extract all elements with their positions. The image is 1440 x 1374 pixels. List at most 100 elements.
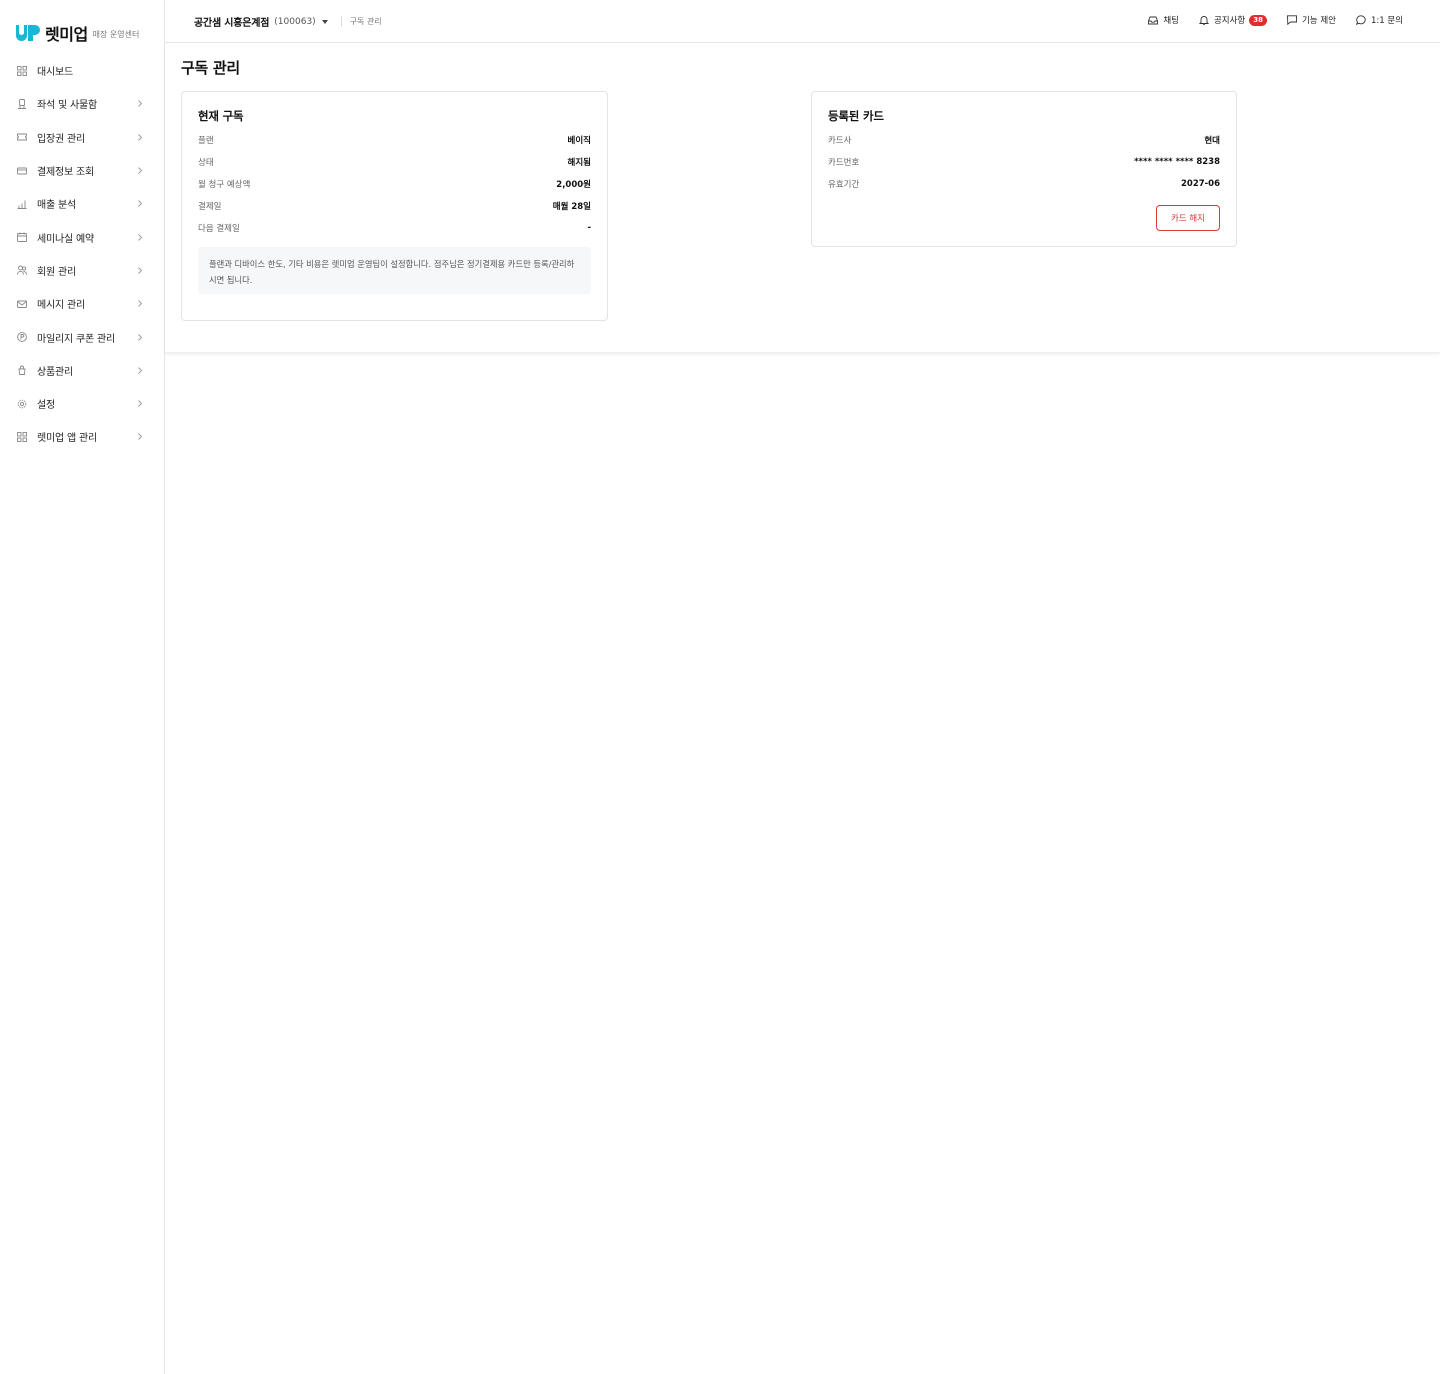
subscription-row-billing-day: 결제일 매월 28일 [198,200,591,212]
sidebar-item-label: 마일리지 쿠폰 관리 [37,333,115,345]
bar-chart-icon [17,199,27,209]
row-label: 카드사 [828,136,852,146]
row-label: 카드번호 [828,158,860,168]
subscription-card: 현재 구독 플랜 베이직 상태 해지됨 월 청구 예상액 2,000원 결제일 … [181,91,608,321]
sidebar-item-sales[interactable]: 매출 분석 [0,187,164,220]
subscription-card-title: 현재 구독 [198,109,244,123]
bell-icon [1198,15,1209,25]
subscription-row-next-billing: 다음 결제일 - [198,222,591,234]
notice-button[interactable]: 공지사항 38 [1198,14,1267,26]
sidebar: 렛미업 매장 운영센터 대시보드 좌석 및 사물함 입장권 관리 결제정보 조회… [0,0,165,1374]
row-value: **** **** **** 8238 [1134,157,1220,167]
suggest-button[interactable]: 기능 제안 [1287,14,1336,26]
chat-bubble-icon [1355,15,1366,25]
sidebar-item-label: 렛미업 앱 관리 [37,433,97,445]
row-label: 플랜 [198,136,214,146]
mail-icon [17,299,27,309]
inquiry-label: 1:1 문의 [1370,16,1403,26]
sidebar-item-label: 상품관리 [37,366,73,378]
chevron-right-icon [136,233,144,241]
notice-count-badge: 38 [1249,14,1267,26]
row-label: 다음 결제일 [198,224,240,234]
chevron-right-icon [136,400,144,408]
sidebar-item-messages[interactable]: 메시지 관리 [0,287,164,320]
sidebar-item-settings[interactable]: 설정 [0,387,164,420]
cancel-card-button[interactable]: 카드 해지 [1156,205,1220,231]
subscription-note: 플랜과 디바이스 한도, 기타 비용은 렛미업 운영팀이 설정합니다. 점주님은… [198,247,591,294]
row-label: 월 청구 예상액 [198,180,251,190]
brand-subtitle: 매장 운영센터 [92,29,140,39]
chevron-right-icon [136,133,144,141]
sidebar-item-payments[interactable]: 결제정보 조회 [0,154,164,187]
caret-down-icon [321,19,328,24]
sidebar-nav: 대시보드 좌석 및 사물함 입장권 관리 결제정보 조회 매출 분석 세미나실 … [0,54,164,454]
chevron-right-icon [136,300,144,308]
sidebar-item-label: 회원 관리 [37,266,76,278]
row-value: 해지됨 [567,158,591,168]
notice-label: 공지사항 [1213,16,1246,26]
brand-name: 렛미업 [45,25,88,44]
card-row-number: 카드번호 **** **** **** 8238 [828,156,1220,168]
row-value: 매월 28일 [552,202,591,212]
apps-icon [17,431,27,442]
row-label: 상태 [198,158,214,168]
row-label: 결제일 [198,202,222,212]
chevron-right-icon [136,366,144,374]
sidebar-item-members[interactable]: 회원 관리 [0,254,164,287]
breadcrumb-divider [340,16,342,27]
brand-logo[interactable]: 렛미업 매장 운영센터 [16,22,139,44]
chevron-right-icon [136,433,144,441]
coin-icon [17,332,27,342]
gear-icon [17,399,27,409]
subscription-row-amount: 월 청구 예상액 2,000원 [198,178,591,190]
subscription-row-plan: 플랜 베이직 [198,134,591,146]
page-title: 구독 관리 [181,59,240,77]
chevron-right-icon [136,266,144,274]
suggest-label: 기능 제안 [1301,16,1336,26]
sidebar-item-seminar[interactable]: 세미나실 예약 [0,220,164,253]
card-row-expiry: 유효기간 2027-06 [828,178,1220,190]
store-name: 공간샘 시흥은계점 [194,18,270,29]
logo-mark-icon [16,25,40,41]
row-value: 현대 [1204,136,1220,146]
row-value: 2027-06 [1180,179,1220,189]
seat-icon [17,98,27,109]
sidebar-item-dashboard[interactable]: 대시보드 [0,54,164,87]
ticket-icon [17,132,27,142]
chevron-right-icon [136,167,144,175]
sidebar-item-tickets[interactable]: 입장권 관리 [0,121,164,154]
registered-card-panel: 등록된 카드 카드사 현대 카드번호 **** **** **** 8238 유… [811,91,1237,247]
sidebar-item-label: 메시지 관리 [37,300,85,312]
row-value: - [587,223,591,233]
sidebar-item-label: 매출 분석 [37,200,76,212]
chevron-right-icon [136,200,144,208]
store-selector[interactable]: 공간샘 시흥은계점 (100063) 구독 관리 [194,14,382,29]
sidebar-item-label: 세미나실 예약 [37,233,94,245]
card-row-issuer: 카드사 현대 [828,134,1220,146]
subscription-row-status: 상태 해지됨 [198,156,591,168]
sidebar-item-seats[interactable]: 좌석 및 사물함 [0,87,164,120]
registered-card-title: 등록된 카드 [828,109,884,123]
chevron-right-icon [136,333,144,341]
row-value: 2,000원 [556,180,591,190]
row-value: 베이직 [567,136,591,146]
users-icon [17,265,27,275]
chat-button[interactable]: 채팅 [1148,14,1179,26]
grid-icon [17,65,27,76]
inbox-icon [1148,15,1159,25]
header-actions: 채팅 공지사항 38 기능 제안 1:1 문의 [1128,14,1403,26]
product-icon [17,365,27,376]
comment-icon [1287,15,1297,25]
calendar-icon [17,232,27,243]
credit-card-icon [17,166,27,176]
sidebar-item-label: 입장권 관리 [37,133,85,145]
sidebar-item-label: 설정 [37,400,55,412]
sidebar-item-products[interactable]: 상품관리 [0,354,164,387]
sidebar-item-mileage[interactable]: 마일리지 쿠폰 관리 [0,320,164,353]
inquiry-button[interactable]: 1:1 문의 [1355,14,1403,26]
sidebar-item-label: 좌석 및 사물함 [37,100,97,112]
breadcrumb: 구독 관리 [349,17,382,26]
main-content: 구독 관리 현재 구독 플랜 베이직 상태 해지됨 월 청구 예상액 2,000… [165,43,1440,353]
sidebar-item-app[interactable]: 렛미업 앱 관리 [0,420,164,453]
sidebar-item-label: 결제정보 조회 [37,167,94,179]
